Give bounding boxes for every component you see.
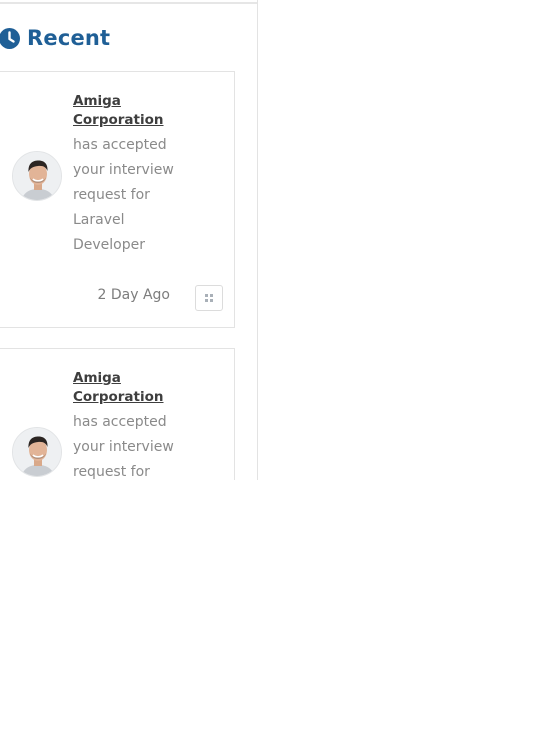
timestamp: 2 Day Ago <box>97 287 170 303</box>
notification-message: has accepted your interview request for … <box>73 137 174 253</box>
clock-icon <box>0 27 20 49</box>
grid-icon <box>204 293 214 303</box>
company-link[interactable]: Amiga Corporation <box>73 369 193 407</box>
card-action-button[interactable] <box>195 285 223 311</box>
notification-card: Amiga Corporation has accepted your inte… <box>0 348 235 480</box>
panel-title: Recent <box>27 26 111 50</box>
notification-card: Amiga Corporation has accepted your inte… <box>0 71 235 328</box>
panel-divider <box>0 2 257 4</box>
company-link[interactable]: Amiga Corporation <box>73 92 193 130</box>
recent-panel: Recent Amiga Corporation has accepted yo… <box>0 0 258 480</box>
avatar <box>12 151 62 201</box>
avatar <box>12 427 62 477</box>
notification-message: has accepted your interview request for <box>73 414 174 480</box>
panel-header: Recent <box>0 22 110 54</box>
